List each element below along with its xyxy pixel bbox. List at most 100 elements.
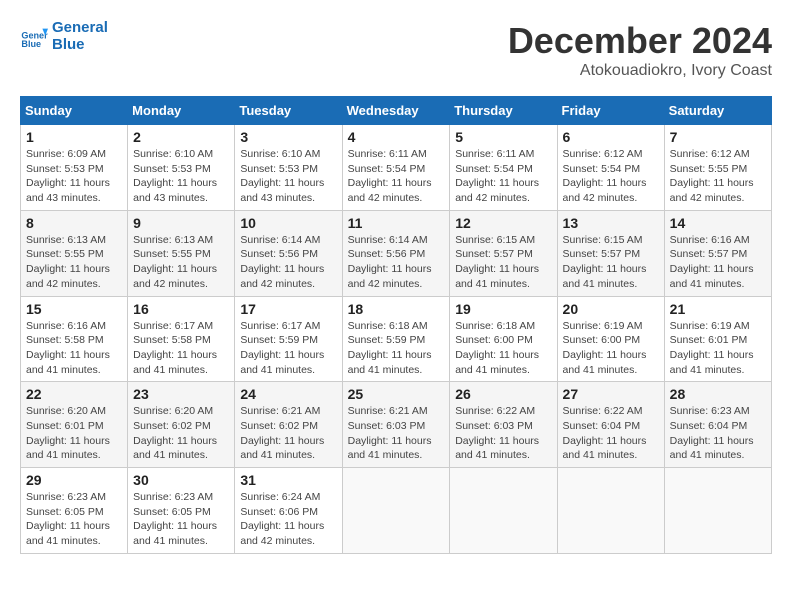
day-info: Sunrise: 6:23 AM Sunset: 6:04 PM Dayligh…: [670, 404, 766, 463]
day-info: Sunrise: 6:21 AM Sunset: 6:03 PM Dayligh…: [348, 404, 445, 463]
table-row: [342, 468, 450, 554]
day-info: Sunrise: 6:12 AM Sunset: 5:54 PM Dayligh…: [563, 147, 659, 206]
table-row: [450, 468, 557, 554]
day-number: 4: [348, 129, 445, 145]
day-info: Sunrise: 6:14 AM Sunset: 5:56 PM Dayligh…: [348, 233, 445, 292]
col-friday: Friday: [557, 97, 664, 125]
day-number: 25: [348, 386, 445, 402]
day-number: 16: [133, 301, 229, 317]
day-info: Sunrise: 6:15 AM Sunset: 5:57 PM Dayligh…: [563, 233, 659, 292]
table-row: 3 Sunrise: 6:10 AM Sunset: 5:53 PM Daylig…: [235, 125, 342, 211]
table-row: 26 Sunrise: 6:22 AM Sunset: 6:03 PM Dayli…: [450, 382, 557, 468]
location-subtitle: Atokouadiokro, Ivory Coast: [508, 62, 772, 80]
table-row: 2 Sunrise: 6:10 AM Sunset: 5:53 PM Daylig…: [128, 125, 235, 211]
table-row: 16 Sunrise: 6:17 AM Sunset: 5:58 PM Dayli…: [128, 296, 235, 382]
calendar-table: Sunday Monday Tuesday Wednesday Thursday…: [20, 96, 772, 554]
logo-text: GeneralBlue: [52, 19, 108, 53]
day-info: Sunrise: 6:21 AM Sunset: 6:02 PM Dayligh…: [240, 404, 336, 463]
table-row: 6Sunrise: 6:12 AM Sunset: 5:54 PM Daylig…: [557, 125, 664, 211]
table-row: 10 Sunrise: 6:14 AM Sunset: 5:56 PM Dayli…: [235, 210, 342, 296]
day-number: 17: [240, 301, 336, 317]
day-info: Sunrise: 6:19 AM Sunset: 6:01 PM Dayligh…: [670, 319, 766, 378]
day-info: Sunrise: 6:16 AM Sunset: 5:58 PM Dayligh…: [26, 319, 122, 378]
day-number: 26: [455, 386, 551, 402]
calendar-week-row: 15 Sunrise: 6:16 AM Sunset: 5:58 PM Dayli…: [21, 296, 772, 382]
day-number: 1: [26, 129, 122, 145]
day-number: 14: [670, 215, 766, 231]
day-number: 27: [563, 386, 659, 402]
svg-text:Blue: Blue: [21, 38, 41, 48]
day-number: 11: [348, 215, 445, 231]
day-number: 22: [26, 386, 122, 402]
table-row: 15 Sunrise: 6:16 AM Sunset: 5:58 PM Dayli…: [21, 296, 128, 382]
day-info: Sunrise: 6:10 AM Sunset: 5:53 PM Dayligh…: [240, 147, 336, 206]
calendar-header-row: Sunday Monday Tuesday Wednesday Thursday…: [21, 97, 772, 125]
day-info: Sunrise: 6:09 AM Sunset: 5:53 PM Dayligh…: [26, 147, 122, 206]
table-row: 12Sunrise: 6:15 AM Sunset: 5:57 PM Dayli…: [450, 210, 557, 296]
col-tuesday: Tuesday: [235, 97, 342, 125]
month-title: December 2024: [508, 20, 772, 62]
day-info: Sunrise: 6:18 AM Sunset: 6:00 PM Dayligh…: [455, 319, 551, 378]
table-row: 5Sunrise: 6:11 AM Sunset: 5:54 PM Daylig…: [450, 125, 557, 211]
day-info: Sunrise: 6:23 AM Sunset: 6:05 PM Dayligh…: [26, 490, 122, 549]
day-info: Sunrise: 6:10 AM Sunset: 5:53 PM Dayligh…: [133, 147, 229, 206]
day-number: 2: [133, 129, 229, 145]
table-row: 27 Sunrise: 6:22 AM Sunset: 6:04 PM Dayli…: [557, 382, 664, 468]
day-info: Sunrise: 6:13 AM Sunset: 5:55 PM Dayligh…: [26, 233, 122, 292]
day-info: Sunrise: 6:12 AM Sunset: 5:55 PM Dayligh…: [670, 147, 766, 206]
day-info: Sunrise: 6:11 AM Sunset: 5:54 PM Dayligh…: [348, 147, 445, 206]
table-row: 8Sunrise: 6:13 AM Sunset: 5:55 PM Daylig…: [21, 210, 128, 296]
calendar-week-row: 8Sunrise: 6:13 AM Sunset: 5:55 PM Daylig…: [21, 210, 772, 296]
table-row: 30Sunrise: 6:23 AM Sunset: 6:05 PM Dayli…: [128, 468, 235, 554]
day-number: 5: [455, 129, 551, 145]
table-row: 21 Sunrise: 6:19 AM Sunset: 6:01 PM Dayli…: [664, 296, 771, 382]
table-row: 14 Sunrise: 6:16 AM Sunset: 5:57 PM Dayli…: [664, 210, 771, 296]
day-number: 28: [670, 386, 766, 402]
table-row: 9Sunrise: 6:13 AM Sunset: 5:55 PM Daylig…: [128, 210, 235, 296]
day-info: Sunrise: 6:17 AM Sunset: 5:59 PM Dayligh…: [240, 319, 336, 378]
day-number: 31: [240, 472, 336, 488]
table-row: 20 Sunrise: 6:19 AM Sunset: 6:00 PM Dayli…: [557, 296, 664, 382]
day-info: Sunrise: 6:22 AM Sunset: 6:04 PM Dayligh…: [563, 404, 659, 463]
day-number: 10: [240, 215, 336, 231]
day-number: 7: [670, 129, 766, 145]
day-number: 21: [670, 301, 766, 317]
page-header: General Blue GeneralBlue December 2024 A…: [20, 20, 772, 80]
table-row: 11 Sunrise: 6:14 AM Sunset: 5:56 PM Dayli…: [342, 210, 450, 296]
day-number: 20: [563, 301, 659, 317]
day-number: 29: [26, 472, 122, 488]
day-info: Sunrise: 6:22 AM Sunset: 6:03 PM Dayligh…: [455, 404, 551, 463]
day-info: Sunrise: 6:16 AM Sunset: 5:57 PM Dayligh…: [670, 233, 766, 292]
table-row: 13 Sunrise: 6:15 AM Sunset: 5:57 PM Dayli…: [557, 210, 664, 296]
day-info: Sunrise: 6:20 AM Sunset: 6:01 PM Dayligh…: [26, 404, 122, 463]
logo-icon: General Blue: [20, 23, 48, 51]
day-number: 12: [455, 215, 551, 231]
table-row: 25 Sunrise: 6:21 AM Sunset: 6:03 PM Dayli…: [342, 382, 450, 468]
day-number: 24: [240, 386, 336, 402]
calendar-week-row: 22 Sunrise: 6:20 AM Sunset: 6:01 PM Dayli…: [21, 382, 772, 468]
table-row: 17 Sunrise: 6:17 AM Sunset: 5:59 PM Dayli…: [235, 296, 342, 382]
calendar-week-row: 1 Sunrise: 6:09 AM Sunset: 5:53 PM Daylig…: [21, 125, 772, 211]
table-row: 19Sunrise: 6:18 AM Sunset: 6:00 PM Dayli…: [450, 296, 557, 382]
table-row: [557, 468, 664, 554]
col-wednesday: Wednesday: [342, 97, 450, 125]
table-row: [664, 468, 771, 554]
day-number: 23: [133, 386, 229, 402]
day-info: Sunrise: 6:19 AM Sunset: 6:00 PM Dayligh…: [563, 319, 659, 378]
col-thursday: Thursday: [450, 97, 557, 125]
table-row: 4 Sunrise: 6:11 AM Sunset: 5:54 PM Daylig…: [342, 125, 450, 211]
day-number: 18: [348, 301, 445, 317]
day-number: 15: [26, 301, 122, 317]
day-number: 3: [240, 129, 336, 145]
col-monday: Monday: [128, 97, 235, 125]
table-row: 29 Sunrise: 6:23 AM Sunset: 6:05 PM Dayli…: [21, 468, 128, 554]
day-info: Sunrise: 6:14 AM Sunset: 5:56 PM Dayligh…: [240, 233, 336, 292]
day-number: 13: [563, 215, 659, 231]
logo: General Blue GeneralBlue: [20, 20, 108, 53]
calendar-week-row: 29 Sunrise: 6:23 AM Sunset: 6:05 PM Dayli…: [21, 468, 772, 554]
day-info: Sunrise: 6:24 AM Sunset: 6:06 PM Dayligh…: [240, 490, 336, 549]
day-info: Sunrise: 6:17 AM Sunset: 5:58 PM Dayligh…: [133, 319, 229, 378]
day-number: 9: [133, 215, 229, 231]
table-row: 7 Sunrise: 6:12 AM Sunset: 5:55 PM Daylig…: [664, 125, 771, 211]
col-saturday: Saturday: [664, 97, 771, 125]
